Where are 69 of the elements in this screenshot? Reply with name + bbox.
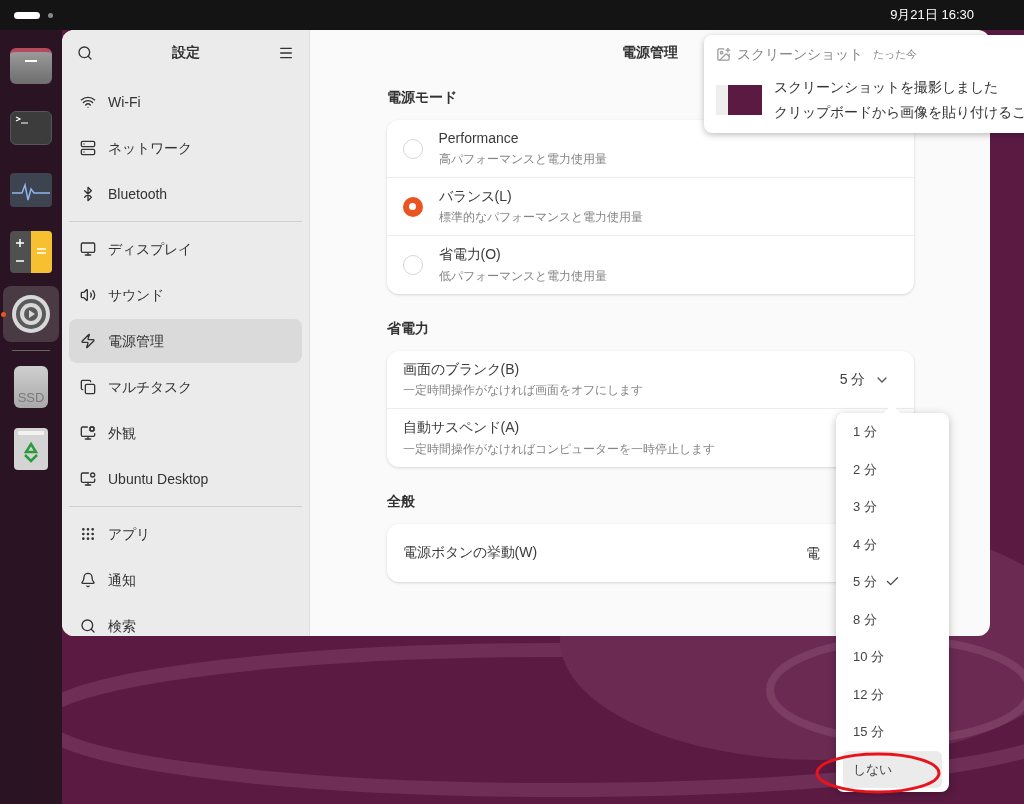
sidebar-item[interactable]: 電源管理 [69,319,302,363]
row-subtitle: 低パフォーマンスと電力使用量 [438,268,607,284]
terminal-icon[interactable] [10,111,52,145]
windows-icon [80,379,96,395]
sidebar-item[interactable]: サウンド [69,273,302,317]
dropdown-button[interactable]: 5 分 [839,369,890,390]
monitor-icon [80,241,96,257]
thumbnail-placeholder [716,85,762,115]
dropdown-option[interactable]: 10 分 [843,638,942,676]
lightning-icon [80,333,96,349]
dropdown-button[interactable]: 電 [805,542,820,564]
pulse-monitor-icon[interactable] [10,173,52,207]
radio-button[interactable] [402,196,423,217]
dropdown-option[interactable]: 12 分 [843,675,942,713]
gear-icon[interactable] [11,294,51,334]
row-title: 省電力(O) [438,246,502,264]
server-icon [80,140,96,156]
sidebar-item[interactable]: 通知 [69,558,302,602]
radio-button[interactable] [402,255,423,275]
calculator-icon[interactable] [10,231,52,273]
dropdown-option[interactable]: 8 分 [843,600,942,638]
sidebar-item[interactable]: Wi-Fi [69,80,302,124]
speaker-icon [80,287,96,303]
row-subtitle: 一定時間操作がなければコンピューターを一時停止します [402,441,715,457]
sidebar-item[interactable]: Ubuntu Desktop [69,457,302,501]
row-subtitle: 一定時間操作がなければ画面をオフにします [402,383,643,399]
row-title: Performance [438,129,520,148]
row-title: 自動サスペンド(A) [402,419,521,437]
sidebar-item[interactable]: アプリ [69,512,302,556]
monitor-icon [80,471,96,487]
row-subtitle: 高パフォーマンスと電力使用量 [438,152,607,168]
sidebar-item[interactable]: Bluetooth [69,172,302,216]
section-heading: 省電力 [386,319,429,338]
grid-icon [80,526,96,542]
dropdown-option[interactable]: 4 分 [843,525,942,563]
notification-body: クリップボードから画像を貼り付けるこ [774,103,1024,122]
notification-app: スクリーンショット [737,45,863,64]
sidebar-title: 設定 [171,43,200,62]
sidebar-item[interactable]: 検索 [69,604,302,636]
dropdown-option[interactable]: 5 分 [843,563,942,601]
notification-time: たった今 [873,47,917,63]
page-title: 電源管理 [622,43,678,62]
dropdown-option[interactable]: しない [843,750,942,788]
sidebar-item[interactable]: ディスプレイ [69,227,302,271]
row-title: バランス(L) [438,187,513,206]
radio-button[interactable] [402,138,423,159]
workspace-indicator[interactable] [14,11,53,19]
row-subtitle: 標準的なパフォーマンスと電力使用量 [438,210,643,226]
screenshot-icon [716,47,731,62]
search-icon[interactable] [77,44,93,61]
row-title: 電源ボタンの挙動(W) [402,544,538,562]
dropdown-option[interactable]: 2 分 [843,450,942,488]
section-heading: 電源モード [386,88,457,107]
dropdown-option[interactable]: 1 分 [843,413,942,451]
search-icon [80,618,96,634]
monitor-icon [80,425,96,441]
notification-title: スクリーンショットを撮影しました [774,78,999,97]
dropdown-option[interactable]: 3 分 [843,488,942,526]
dropdown-option[interactable]: 15 分 [843,713,942,751]
row-title: 画面のブランク(B) [402,360,521,379]
sidebar-item[interactable]: 外観 [69,411,302,455]
sidebar-item[interactable]: マルチタスク [69,365,302,409]
wifi-icon [80,94,96,110]
bell-icon [80,572,96,588]
clock[interactable]: 9月21日 16:30 [890,5,974,25]
folder-icon[interactable] [10,48,52,84]
section-heading: 全般 [386,492,415,511]
sidebar-item[interactable]: ネットワーク [69,126,302,170]
notification-banner[interactable]: スクリーンショット たった今 スクリーンショットを撮影しました クリップボードから画像を貼り付けるこ [704,35,1024,133]
